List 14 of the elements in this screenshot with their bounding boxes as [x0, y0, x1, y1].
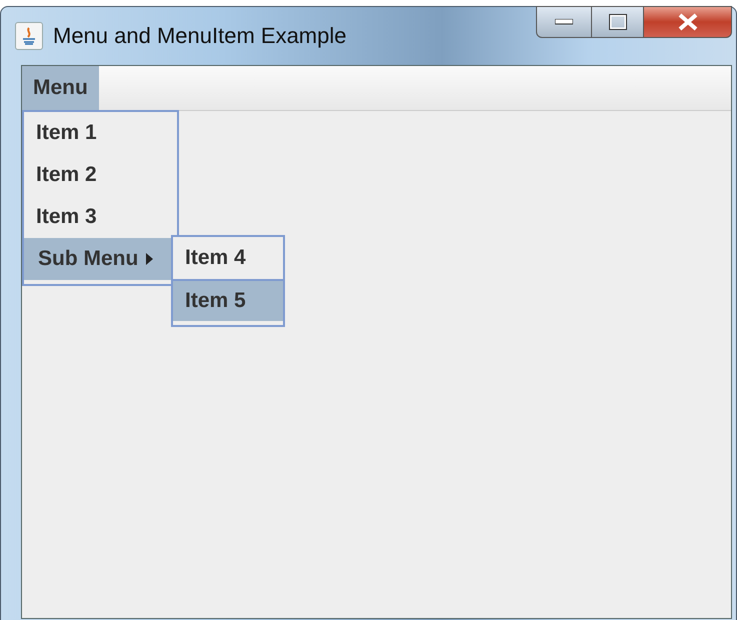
window-title: Menu and MenuItem Example: [53, 23, 346, 49]
close-button[interactable]: [644, 6, 732, 38]
menu-title[interactable]: Menu: [22, 66, 99, 110]
minimize-button[interactable]: [536, 6, 592, 38]
menu-item[interactable]: Item 3: [24, 196, 177, 238]
menu-item[interactable]: Item 2: [24, 154, 177, 196]
caret-icon: [146, 253, 154, 265]
app-icon: [15, 22, 43, 50]
minimize-icon: [555, 19, 573, 25]
menu-item[interactable]: Item 1: [24, 112, 177, 154]
maximize-icon: [608, 14, 626, 30]
close-icon: [676, 13, 698, 31]
maximize-button[interactable]: [592, 6, 644, 38]
menu-item[interactable]: Item 5: [173, 279, 283, 321]
